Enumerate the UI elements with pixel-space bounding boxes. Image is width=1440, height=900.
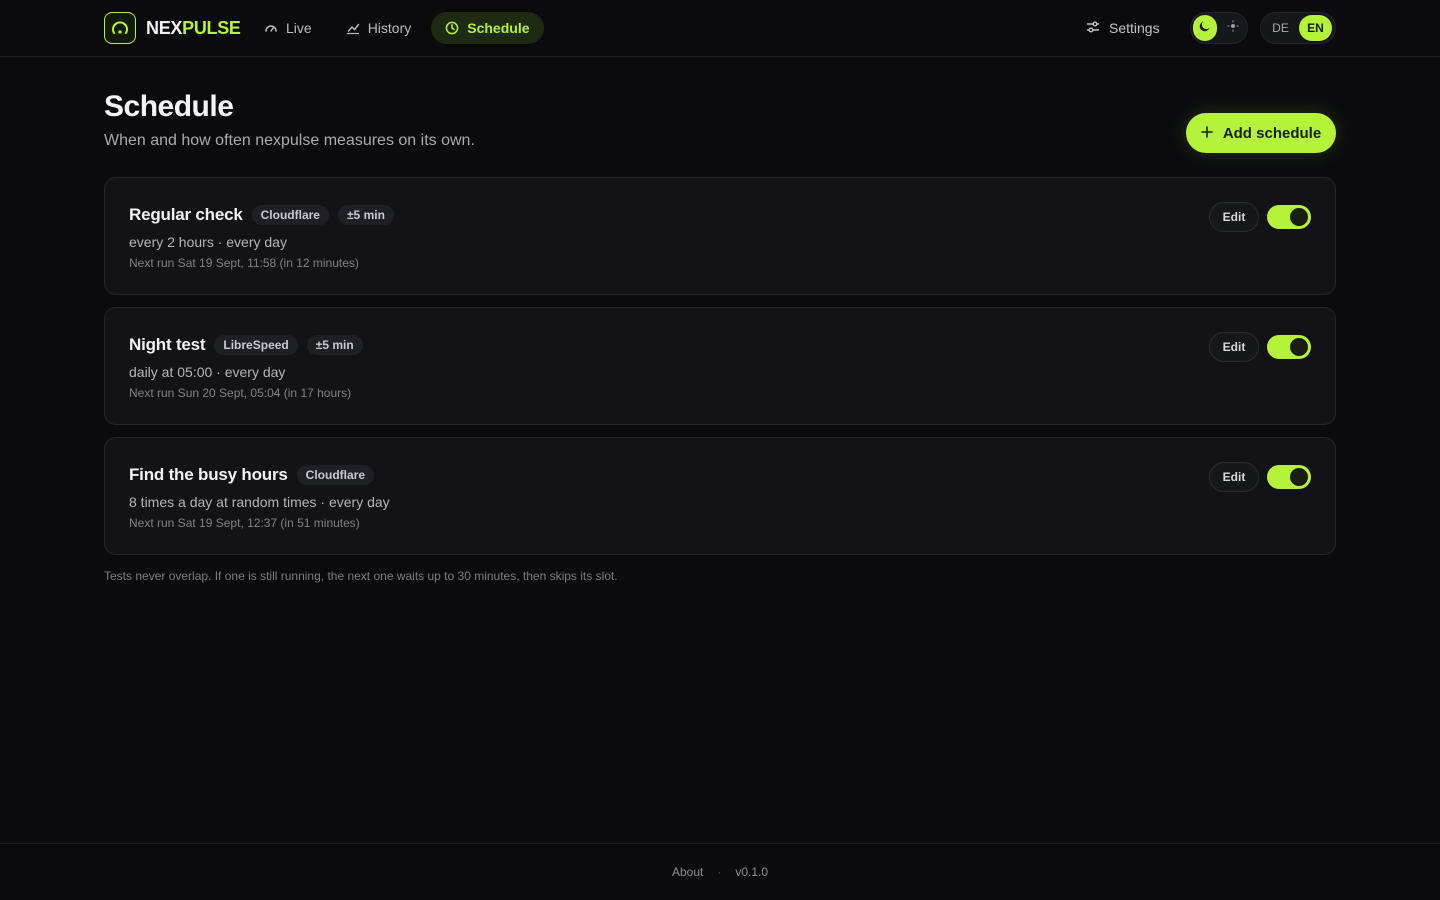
jitter-chip: ±5 min <box>338 205 394 225</box>
schedule-frequency: 8 times a day at random times · every da… <box>129 494 390 510</box>
brand-name: NEXPULSE <box>146 18 241 39</box>
provider-chip: Cloudflare <box>252 205 329 225</box>
brand-name-part1: NEX <box>146 18 182 38</box>
schedule-card-header: Night test LibreSpeed ±5 min <box>129 334 363 356</box>
edit-button[interactable]: Edit <box>1209 332 1259 362</box>
schedule-next-run: Next run Sat 19 Sept, 12:37 (in 51 minut… <box>129 516 360 530</box>
schedule-card: Regular check Cloudflare ±5 min every 2 … <box>104 177 1336 295</box>
enabled-toggle[interactable] <box>1267 205 1311 229</box>
schedule-title: Night test <box>129 335 205 355</box>
add-schedule-label: Add schedule <box>1223 125 1321 142</box>
language-en-button[interactable]: EN <box>1299 15 1332 41</box>
enabled-toggle[interactable] <box>1267 335 1311 359</box>
nav-live-label: Live <box>286 20 312 36</box>
provider-chip: Cloudflare <box>297 465 374 485</box>
provider-chip: LibreSpeed <box>214 335 297 355</box>
schedule-card-header: Find the busy hours Cloudflare <box>129 464 374 486</box>
about-link[interactable]: About <box>672 865 703 879</box>
page-subtitle: When and how often nexpulse measures on … <box>104 132 475 150</box>
nav-schedule[interactable]: Schedule <box>431 12 543 44</box>
main-nav: Live History Schedule <box>250 12 544 44</box>
gauge-small-icon <box>264 21 278 35</box>
overlap-note: Tests never overlap. If one is still run… <box>104 569 618 583</box>
theme-dark-button[interactable] <box>1193 15 1217 41</box>
footer: About · v0.1.0 <box>0 843 1440 900</box>
version-label: v0.1.0 <box>735 865 768 879</box>
toggle-knob <box>1290 468 1308 486</box>
toggle-knob <box>1290 208 1308 226</box>
schedule-title: Regular check <box>129 205 243 225</box>
page-title: Schedule <box>104 90 233 124</box>
sliders-icon <box>1086 20 1100 37</box>
sun-icon <box>1227 19 1239 37</box>
jitter-chip: ±5 min <box>307 335 363 355</box>
edit-button[interactable]: Edit <box>1209 202 1259 232</box>
schedule-next-run: Next run Sat 19 Sept, 11:58 (in 12 minut… <box>129 256 359 270</box>
moon-icon <box>1198 19 1212 38</box>
top-bar: NEXPULSE Live History Schedule <box>0 0 1440 57</box>
brand-name-part2: PULSE <box>182 18 241 38</box>
nav-live[interactable]: Live <box>250 12 326 44</box>
enabled-toggle[interactable] <box>1267 465 1311 489</box>
theme-toggle <box>1190 12 1248 44</box>
gauge-icon <box>104 12 136 44</box>
nav-history[interactable]: History <box>332 12 426 44</box>
footer-separator: · <box>717 865 721 879</box>
theme-light-button[interactable] <box>1221 15 1245 41</box>
settings-label: Settings <box>1109 20 1160 36</box>
schedule-card: Find the busy hours Cloudflare 8 times a… <box>104 437 1336 555</box>
edit-button[interactable]: Edit <box>1209 462 1259 492</box>
schedule-frequency: every 2 hours · every day <box>129 234 287 250</box>
clock-icon <box>445 21 459 35</box>
schedule-frequency: daily at 05:00 · every day <box>129 364 285 380</box>
plus-icon <box>1201 125 1213 142</box>
add-schedule-button[interactable]: Add schedule <box>1186 113 1336 153</box>
schedule-title: Find the busy hours <box>129 465 288 485</box>
nav-schedule-label: Schedule <box>467 20 529 36</box>
nav-history-label: History <box>368 20 412 36</box>
schedule-card-header: Regular check Cloudflare ±5 min <box>129 204 394 226</box>
toggle-knob <box>1290 338 1308 356</box>
line-chart-icon <box>346 21 360 35</box>
schedule-next-run: Next run Sun 20 Sept, 05:04 (in 17 hours… <box>129 386 351 400</box>
language-switch: DE EN <box>1260 12 1336 44</box>
settings-button[interactable]: Settings <box>1074 12 1172 44</box>
brand[interactable]: NEXPULSE <box>104 12 241 44</box>
language-de-button[interactable]: DE <box>1264 15 1297 41</box>
schedule-card: Night test LibreSpeed ±5 min daily at 05… <box>104 307 1336 425</box>
